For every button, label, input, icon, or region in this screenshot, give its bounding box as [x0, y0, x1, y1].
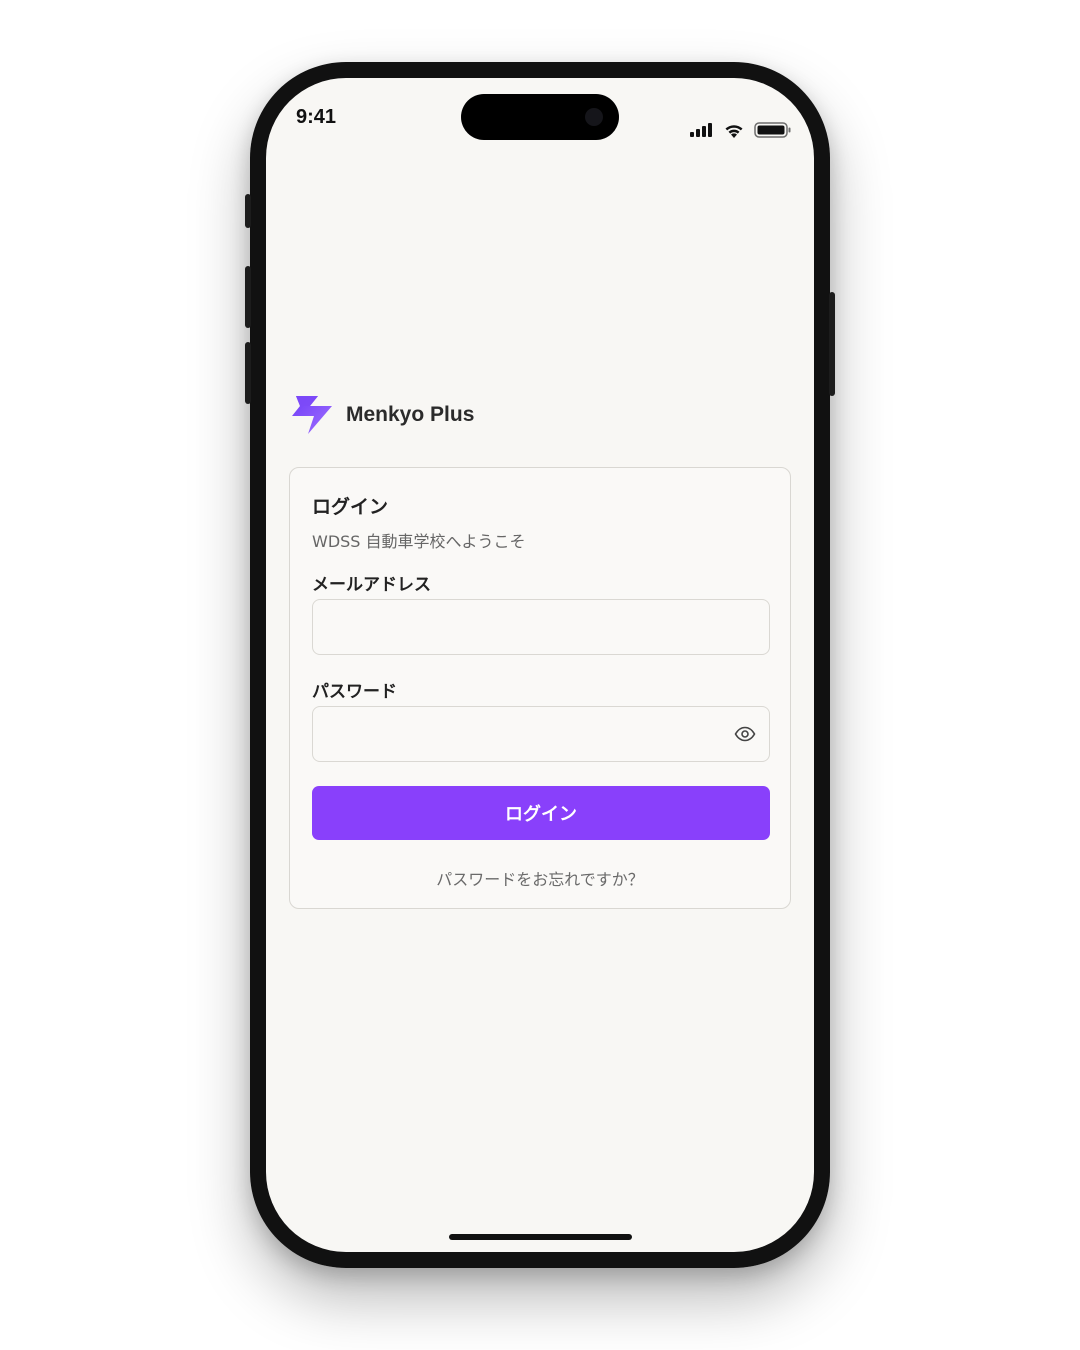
status-icons — [690, 122, 792, 138]
lightning-bolt-logo — [292, 396, 332, 434]
dynamic-island — [461, 94, 619, 140]
eye-icon[interactable] — [734, 726, 756, 742]
forgot-password-link[interactable]: パスワードをお忘れですか？ — [290, 866, 790, 890]
status-time: 9:41 — [296, 106, 337, 128]
login-button[interactable]: ログイン — [312, 786, 770, 840]
action-button — [245, 194, 251, 228]
login-subtitle: WDSS 自動車学校へようこそ — [312, 532, 526, 551]
login-title: ログイン — [312, 496, 389, 518]
camera-icon — [585, 108, 603, 126]
password-label: パスワード — [312, 682, 397, 702]
home-indicator[interactable] — [449, 1234, 632, 1240]
power-button — [829, 292, 835, 396]
battery-icon — [754, 122, 791, 138]
password-field[interactable] — [312, 706, 770, 762]
email-field[interactable] — [312, 599, 770, 655]
volume-down-button — [245, 342, 251, 404]
login-card: ログイン WDSS 自動車学校へようこそ メールアドレス パスワード ログイン … — [289, 467, 791, 909]
wifi-icon — [725, 124, 743, 138]
signal-icon — [690, 123, 712, 137]
email-label: メールアドレス — [312, 575, 431, 595]
brand: Menkyo Plus — [290, 394, 474, 436]
phone-screen: 9:41 Menkyo Plus ログイン WDSS 自動車学校へようこそ メー… — [266, 78, 814, 1252]
brand-name: Menkyo Plus — [346, 403, 475, 426]
volume-up-button — [245, 266, 251, 328]
